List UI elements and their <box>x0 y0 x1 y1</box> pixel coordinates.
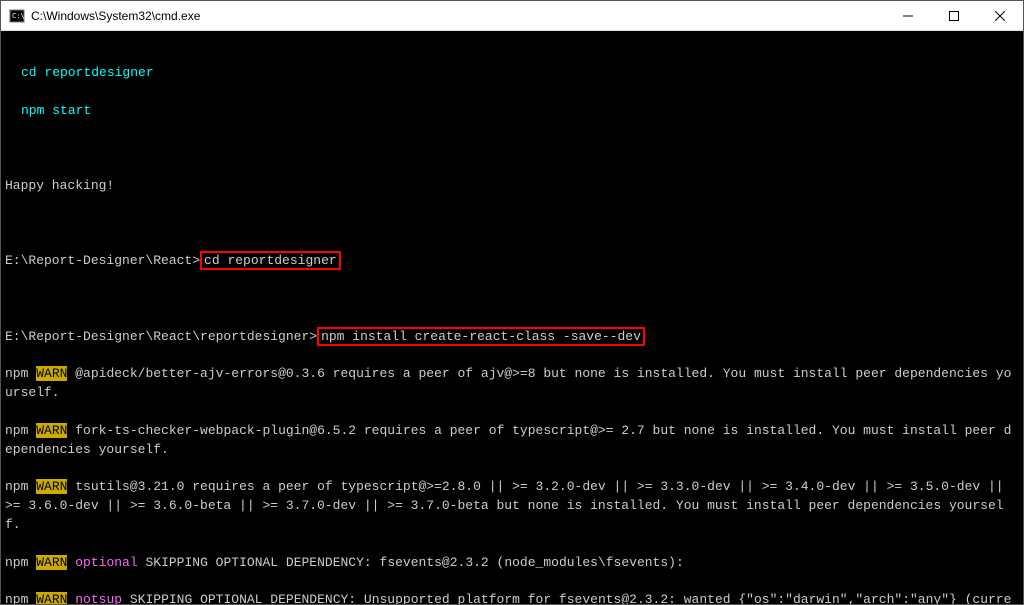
notsup-label: notsup <box>75 592 122 604</box>
terminal-line: SKIPPING OPTIONAL DEPENDENCY: Unsupporte… <box>5 592 1011 604</box>
terminal-line: cd reportdesigner <box>21 65 154 80</box>
cmd-icon: C:\ <box>9 8 25 24</box>
terminal-line: fork-ts-checker-webpack-plugin@6.5.2 req… <box>5 423 1011 457</box>
terminal-line: npm start <box>21 103 91 118</box>
terminal-area[interactable]: cd reportdesigner npm start Happy hackin… <box>1 31 1023 604</box>
npm-label: npm <box>5 555 28 570</box>
npm-label: npm <box>5 366 28 381</box>
terminal-line: tsutils@3.21.0 requires a peer of typesc… <box>5 479 1011 532</box>
prompt: E:\Report-Designer\React\reportdesigner> <box>5 329 317 344</box>
prompt: E:\Report-Designer\React> <box>5 253 200 268</box>
npm-label: npm <box>5 423 28 438</box>
minimize-button[interactable] <box>885 1 931 31</box>
highlighted-command: npm install create-react-class -save--de… <box>317 327 645 346</box>
maximize-button[interactable] <box>931 1 977 31</box>
window-controls <box>885 1 1023 31</box>
highlighted-command: cd reportdesigner <box>200 251 341 270</box>
terminal-line: SKIPPING OPTIONAL DEPENDENCY: fsevents@2… <box>138 555 684 570</box>
close-button[interactable] <box>977 1 1023 31</box>
titlebar: C:\ C:\Windows\System32\cmd.exe <box>1 1 1023 31</box>
terminal-line: Happy hacking! <box>5 178 114 193</box>
npm-label: npm <box>5 592 28 604</box>
warn-badge: WARN <box>36 479 67 494</box>
terminal-line: @apideck/better-ajv-errors@0.3.6 require… <box>5 366 1011 400</box>
warn-badge: WARN <box>36 555 67 570</box>
warn-badge: WARN <box>36 423 67 438</box>
cmd-window: C:\ C:\Windows\System32\cmd.exe cd repor… <box>0 0 1024 605</box>
window-title: C:\Windows\System32\cmd.exe <box>31 9 885 23</box>
npm-label: npm <box>5 479 28 494</box>
svg-text:C:\: C:\ <box>12 12 25 20</box>
warn-badge: WARN <box>36 366 67 381</box>
optional-label: optional <box>75 555 137 570</box>
warn-badge: WARN <box>36 592 67 604</box>
